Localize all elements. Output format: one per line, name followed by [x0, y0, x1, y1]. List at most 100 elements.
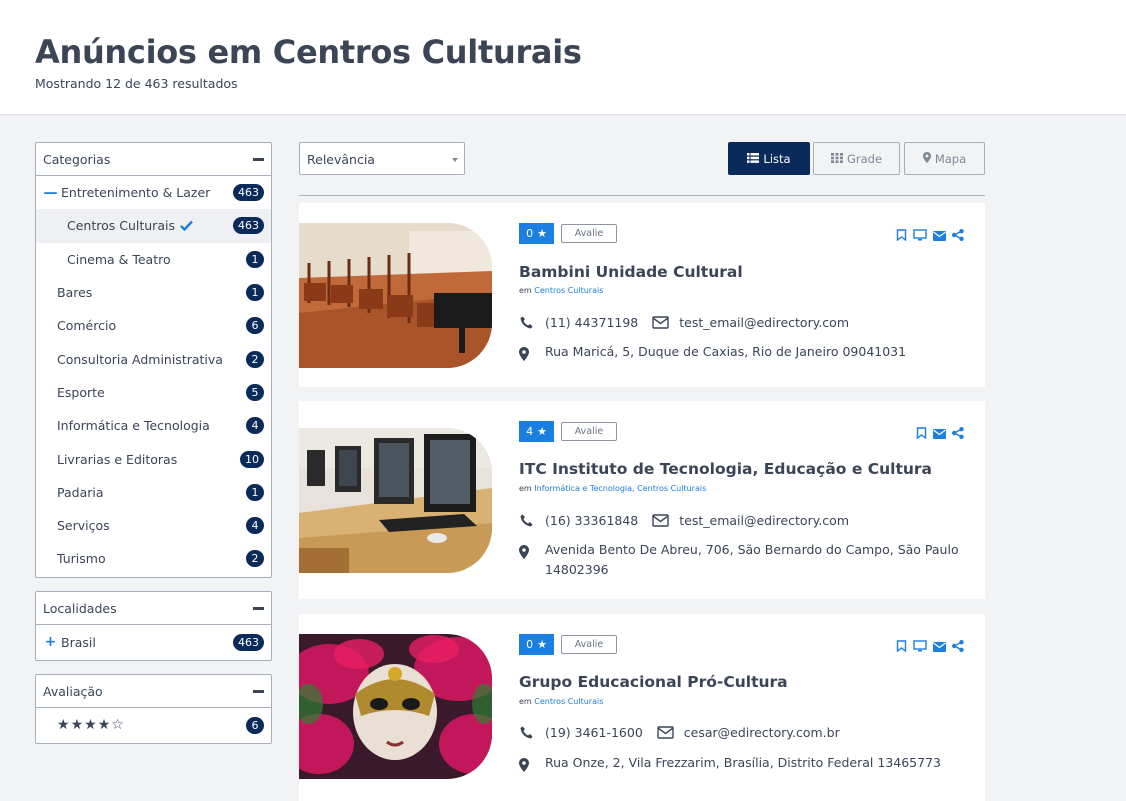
page-title: Anúncios em Centros Culturais: [35, 33, 582, 71]
listing-email[interactable]: test_email@edirectory.com: [679, 513, 849, 528]
envelope-icon[interactable]: [933, 639, 946, 657]
listing-category-link[interactable]: Centros Culturais: [534, 697, 603, 706]
category-label: Cinema & Teatro: [67, 251, 171, 267]
rate-button[interactable]: Avalie: [561, 635, 617, 654]
plus-icon[interactable]: +: [43, 634, 58, 650]
listing-categories: em Centros Culturais: [519, 697, 603, 706]
list-icon: [747, 152, 760, 166]
sort-select-value: Relevância: [307, 152, 375, 167]
category-item-centros-culturais[interactable]: Centros Culturais 463: [36, 209, 271, 243]
monitor-icon[interactable]: [913, 639, 927, 657]
view-map-button[interactable]: Mapa: [904, 142, 985, 175]
category-item-turismo[interactable]: Turismo 2: [36, 542, 271, 575]
share-icon[interactable]: [952, 228, 964, 246]
listing-address: Avenida Bento De Abreu, 706, São Bernard…: [545, 542, 959, 577]
listing-actions: [896, 228, 964, 246]
listing-title[interactable]: ITC Instituto de Tecnologia, Educação e …: [519, 460, 932, 478]
category-label: Bares: [57, 285, 93, 301]
listing-card: 0 ★ Avalie Bambini Unidade Cultural em C…: [299, 203, 985, 387]
share-icon[interactable]: [952, 426, 964, 444]
chevron-down-icon: [452, 158, 458, 162]
envelope-icon[interactable]: [933, 426, 946, 444]
listing-address: Rua Maricá, 5, Duque de Caxias, Rio de J…: [545, 344, 907, 359]
listing-email[interactable]: test_email@edirectory.com: [679, 315, 849, 330]
category-label: Padaria: [57, 484, 104, 500]
rating-panel-title: Avaliação: [43, 683, 103, 699]
share-icon[interactable]: [952, 639, 964, 657]
category-item-comercio[interactable]: Comércio 6: [36, 309, 271, 342]
star-filled-icon: ★: [57, 717, 71, 733]
category-count-badge: 4: [246, 517, 264, 535]
rate-button[interactable]: Avalie: [561, 224, 617, 243]
rating-panel: Avaliação ★★★★☆ 6: [35, 674, 272, 744]
category-label: Centros Culturais: [67, 218, 175, 234]
rating-box[interactable]: 0 ★: [519, 634, 554, 655]
category-label: Livrarias e Editoras: [57, 451, 178, 467]
grid-icon: [830, 152, 843, 166]
collapse-icon[interactable]: [253, 606, 264, 610]
map-pin-icon: [519, 545, 529, 564]
categories-panel-title: Categorias: [43, 151, 111, 167]
category-item-informatica[interactable]: Informática e Tecnologia 4: [36, 409, 271, 442]
category-label: Informática e Tecnologia: [57, 418, 210, 434]
listing-category-link[interactable]: Informática e Tecnologia, Centros Cultur…: [534, 484, 706, 493]
category-item-bares[interactable]: Bares 1: [36, 276, 271, 309]
view-grid-button[interactable]: Grade: [813, 142, 900, 175]
star-icon: ★: [537, 227, 547, 240]
rating-box[interactable]: 4 ★: [519, 421, 554, 442]
listing-rating: 4 ★ Avalie: [519, 421, 617, 442]
listing-contact: (19) 3461-1600 cesar@edirectory.com.br: [519, 725, 840, 740]
sort-select[interactable]: Relevância: [299, 142, 465, 175]
locations-panel-header[interactable]: Localidades: [36, 592, 271, 625]
listing-rating: 0 ★ Avalie: [519, 634, 617, 655]
view-map-label: Mapa: [934, 151, 967, 166]
bookmark-icon[interactable]: [896, 639, 907, 657]
listing-image[interactable]: [299, 634, 492, 779]
results-count: Mostrando 12 de 463 resultados: [35, 76, 238, 91]
star-empty-icon: ☆: [111, 717, 125, 733]
listing-phone[interactable]: (11) 44371198: [545, 315, 638, 330]
map-pin-icon: [519, 347, 529, 366]
rating-filter-item[interactable]: ★★★★☆ 6: [36, 708, 271, 742]
view-list-button[interactable]: Lista: [728, 142, 810, 175]
category-label: Serviços: [57, 518, 110, 534]
rating-panel-header[interactable]: Avaliação: [36, 675, 271, 708]
listing-image[interactable]: [299, 428, 492, 573]
listing-card: 0 ★ Avalie Grupo Educacional Pró-Cultura…: [299, 614, 985, 801]
listing-title[interactable]: Grupo Educacional Pró-Cultura: [519, 673, 788, 691]
email-outline-icon: [652, 316, 669, 329]
listing-actions: [896, 639, 964, 657]
monitor-icon[interactable]: [913, 228, 927, 246]
category-count-badge: 1: [246, 284, 264, 302]
listing-category-link[interactable]: Centros Culturais: [534, 286, 603, 295]
category-item-padaria[interactable]: Padaria 1: [36, 476, 271, 509]
envelope-icon[interactable]: [933, 228, 946, 246]
category-count-badge: 463: [233, 184, 264, 202]
category-count-badge: 4: [246, 417, 264, 435]
category-count-badge: 2: [246, 550, 264, 568]
location-item-brasil[interactable]: + Brasil 463: [36, 625, 271, 659]
rate-button[interactable]: Avalie: [561, 422, 617, 441]
email-outline-icon: [657, 726, 674, 739]
listing-contact: (11) 44371198 test_email@edirectory.com: [519, 315, 849, 330]
categories-panel-header[interactable]: Categorias: [36, 143, 271, 176]
rating-box[interactable]: 0 ★: [519, 223, 554, 244]
listing-phone[interactable]: (16) 33361848: [545, 513, 638, 528]
category-item-entretenimento[interactable]: — Entretenimento & Lazer 463: [36, 176, 271, 209]
rating-count-badge: 6: [246, 716, 264, 734]
listing-title[interactable]: Bambini Unidade Cultural: [519, 263, 743, 281]
bookmark-icon[interactable]: [916, 426, 927, 444]
collapse-icon[interactable]: [253, 157, 264, 161]
phone-icon: [519, 514, 533, 527]
category-item-cinema-teatro[interactable]: Cinema & Teatro 1: [36, 243, 271, 276]
category-item-consultoria[interactable]: Consultoria Administrativa 2: [36, 342, 271, 375]
category-item-esporte[interactable]: Esporte 5: [36, 376, 271, 409]
category-item-livrarias[interactable]: Livrarias e Editoras 10: [36, 442, 271, 475]
listing-image[interactable]: [299, 223, 492, 368]
bookmark-icon[interactable]: [896, 228, 907, 246]
category-item-servicos[interactable]: Serviços 4: [36, 509, 271, 542]
minus-icon[interactable]: —: [43, 185, 58, 201]
collapse-icon[interactable]: [253, 689, 264, 693]
listing-phone[interactable]: (19) 3461-1600: [545, 725, 643, 740]
listing-email[interactable]: cesar@edirectory.com.br: [684, 725, 840, 740]
